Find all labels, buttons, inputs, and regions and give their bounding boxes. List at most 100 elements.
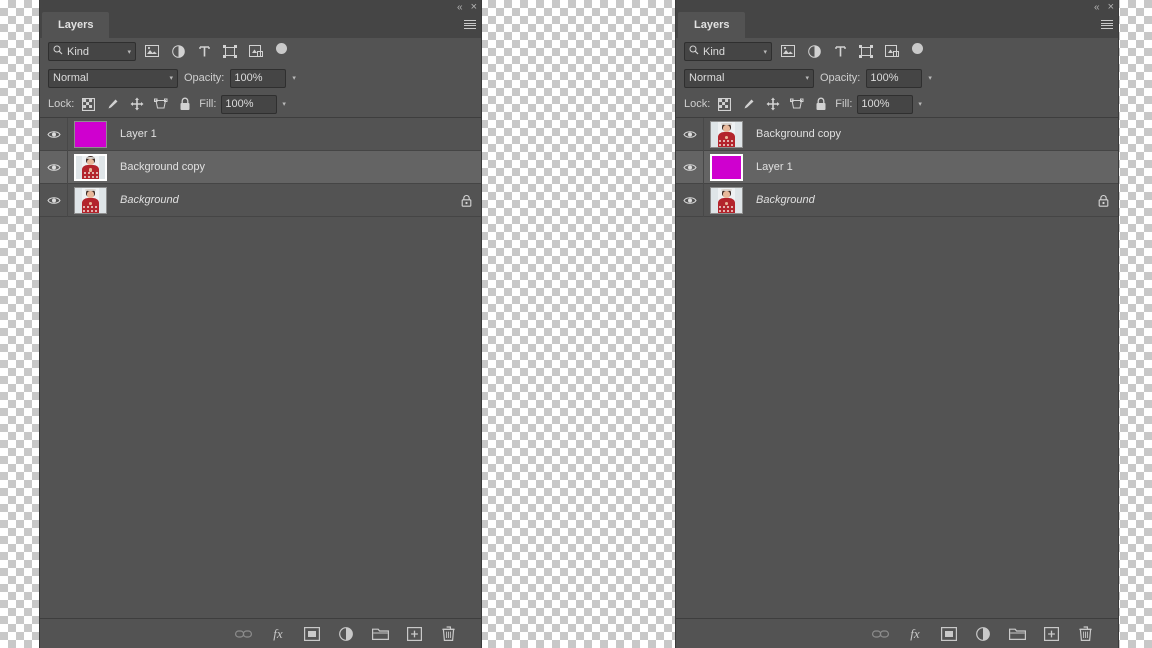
layer-thumbnail-cell[interactable]	[704, 184, 748, 217]
new-adjustment-layer-button[interactable]	[974, 625, 992, 643]
close-panel-icon[interactable]: ×	[471, 2, 477, 13]
layer-thumbnail-cell[interactable]	[704, 118, 748, 151]
fill-chevron-down-icon[interactable]: ▾	[918, 100, 922, 108]
layer-lock-badge	[451, 118, 481, 151]
lock-transparent-pixels-icon[interactable]	[79, 95, 98, 114]
lock-position-icon[interactable]	[763, 95, 782, 114]
filter-type-layers-icon[interactable]	[194, 42, 214, 61]
add-layer-mask-button[interactable]	[940, 625, 958, 643]
layer-lock-badge	[451, 184, 481, 217]
layer-thumbnail	[74, 186, 107, 214]
new-layer-button[interactable]	[405, 625, 423, 643]
layer-thumbnail-cell[interactable]	[68, 151, 112, 184]
filter-enable-toggle[interactable]	[276, 42, 287, 54]
lock-transparent-pixels-icon[interactable]	[715, 95, 734, 114]
layers-bottom-toolbar: fx	[40, 618, 481, 648]
delete-layer-button[interactable]	[439, 625, 457, 643]
layer-name[interactable]: Background copy	[748, 128, 1088, 140]
fill-input[interactable]: 100%	[221, 94, 278, 114]
filter-pixel-layers-icon[interactable]	[778, 42, 798, 61]
layer-visibility-toggle[interactable]	[40, 150, 68, 184]
opacity-value: 100%	[870, 72, 899, 84]
layer-thumbnail	[710, 186, 743, 214]
link-layers-button[interactable]	[872, 625, 890, 643]
filter-shape-layers-icon[interactable]	[856, 42, 876, 61]
layer-visibility-toggle[interactable]	[676, 183, 704, 217]
layer-style-button[interactable]: fx	[906, 625, 924, 643]
tab-layers[interactable]: Layers	[678, 12, 746, 38]
opacity-input[interactable]: 100%	[866, 68, 923, 88]
panel-menu-icon[interactable]	[464, 20, 476, 29]
layer-thumbnail-cell[interactable]	[68, 184, 112, 217]
blend-mode-select[interactable]: Normal ▾	[684, 68, 814, 88]
chevron-down-icon: ▾	[127, 48, 131, 56]
layer-list[interactable]: Background copy Layer 1 Background	[676, 117, 1118, 618]
layer-row[interactable]: Background	[676, 183, 1118, 217]
fx-label: fx	[910, 625, 920, 641]
layer-thumbnail-cell[interactable]	[68, 118, 112, 151]
panel-window-controls: « ×	[1094, 2, 1114, 13]
blend-mode-select[interactable]: Normal ▾	[48, 68, 178, 88]
layer-name[interactable]: Background	[748, 194, 1088, 206]
filter-kind-value: Kind	[67, 45, 90, 58]
layer-row[interactable]: Background	[40, 183, 481, 217]
layer-visibility-toggle[interactable]	[676, 118, 704, 151]
eye-icon	[46, 195, 61, 206]
panel-menu-icon[interactable]	[1101, 20, 1113, 29]
new-layer-button[interactable]	[1042, 625, 1060, 643]
lock-all-icon[interactable]	[175, 95, 194, 114]
lock-position-icon[interactable]	[127, 95, 146, 114]
close-panel-icon[interactable]: ×	[1108, 2, 1114, 13]
layer-row[interactable]: Background copy	[676, 118, 1118, 151]
layer-visibility-toggle[interactable]	[40, 183, 68, 217]
filter-adjustment-layers-icon[interactable]	[804, 42, 824, 61]
layer-thumbnail-cell[interactable]	[704, 151, 748, 184]
tab-layers[interactable]: Layers	[42, 12, 110, 38]
filter-type-layers-icon[interactable]	[830, 42, 850, 61]
lock-all-icon[interactable]	[811, 95, 830, 114]
lock-artboard-nesting-icon[interactable]	[787, 95, 806, 114]
filter-smart-object-icon[interactable]	[246, 42, 266, 61]
layer-name[interactable]: Background	[112, 194, 451, 206]
tab-layers-label: Layers	[694, 19, 730, 31]
collapse-panel-icon[interactable]: «	[1094, 2, 1100, 13]
filter-kind-select[interactable]: Kind ▾	[684, 42, 772, 61]
collapse-panel-icon[interactable]: «	[457, 2, 463, 13]
layer-style-button[interactable]: fx	[269, 625, 287, 643]
new-group-button[interactable]	[371, 625, 389, 643]
layer-row[interactable]: Layer 1	[40, 118, 481, 151]
filter-pixel-layers-icon[interactable]	[142, 42, 162, 61]
chevron-down-icon: ▾	[169, 75, 173, 82]
layer-row[interactable]: Layer 1	[676, 150, 1118, 184]
filter-enable-toggle[interactable]	[912, 42, 923, 54]
layer-name[interactable]: Background copy	[112, 161, 451, 173]
add-layer-mask-button[interactable]	[303, 625, 321, 643]
eye-icon	[46, 129, 61, 140]
filter-adjustment-layers-icon[interactable]	[168, 42, 188, 61]
layer-name[interactable]: Layer 1	[748, 161, 1088, 173]
filter-shape-layers-icon[interactable]	[220, 42, 240, 61]
opacity-chevron-down-icon[interactable]: ▾	[928, 74, 932, 82]
chevron-down-icon: ▾	[763, 48, 767, 56]
layer-visibility-toggle[interactable]	[676, 150, 704, 184]
fill-value: 100%	[225, 98, 254, 110]
layer-row[interactable]: Background copy	[40, 150, 481, 184]
fill-input[interactable]: 100%	[857, 94, 914, 114]
delete-layer-button[interactable]	[1076, 625, 1094, 643]
layer-list[interactable]: Layer 1 Background copy Background	[40, 117, 481, 618]
link-layers-button[interactable]	[235, 625, 253, 643]
fill-chevron-down-icon[interactable]: ▾	[282, 100, 286, 108]
filter-kind-select[interactable]: Kind ▾	[48, 42, 136, 61]
new-adjustment-layer-button[interactable]	[337, 625, 355, 643]
opacity-chevron-down-icon[interactable]: ▾	[292, 74, 296, 82]
thumbnail-image	[76, 155, 105, 179]
eye-icon	[682, 162, 697, 173]
layer-visibility-toggle[interactable]	[40, 118, 68, 151]
lock-image-pixels-icon[interactable]	[103, 95, 122, 114]
lock-image-pixels-icon[interactable]	[739, 95, 758, 114]
opacity-input[interactable]: 100%	[230, 68, 287, 88]
new-group-button[interactable]	[1008, 625, 1026, 643]
filter-smart-object-icon[interactable]	[882, 42, 902, 61]
layer-name[interactable]: Layer 1	[112, 128, 451, 140]
lock-artboard-nesting-icon[interactable]	[151, 95, 170, 114]
